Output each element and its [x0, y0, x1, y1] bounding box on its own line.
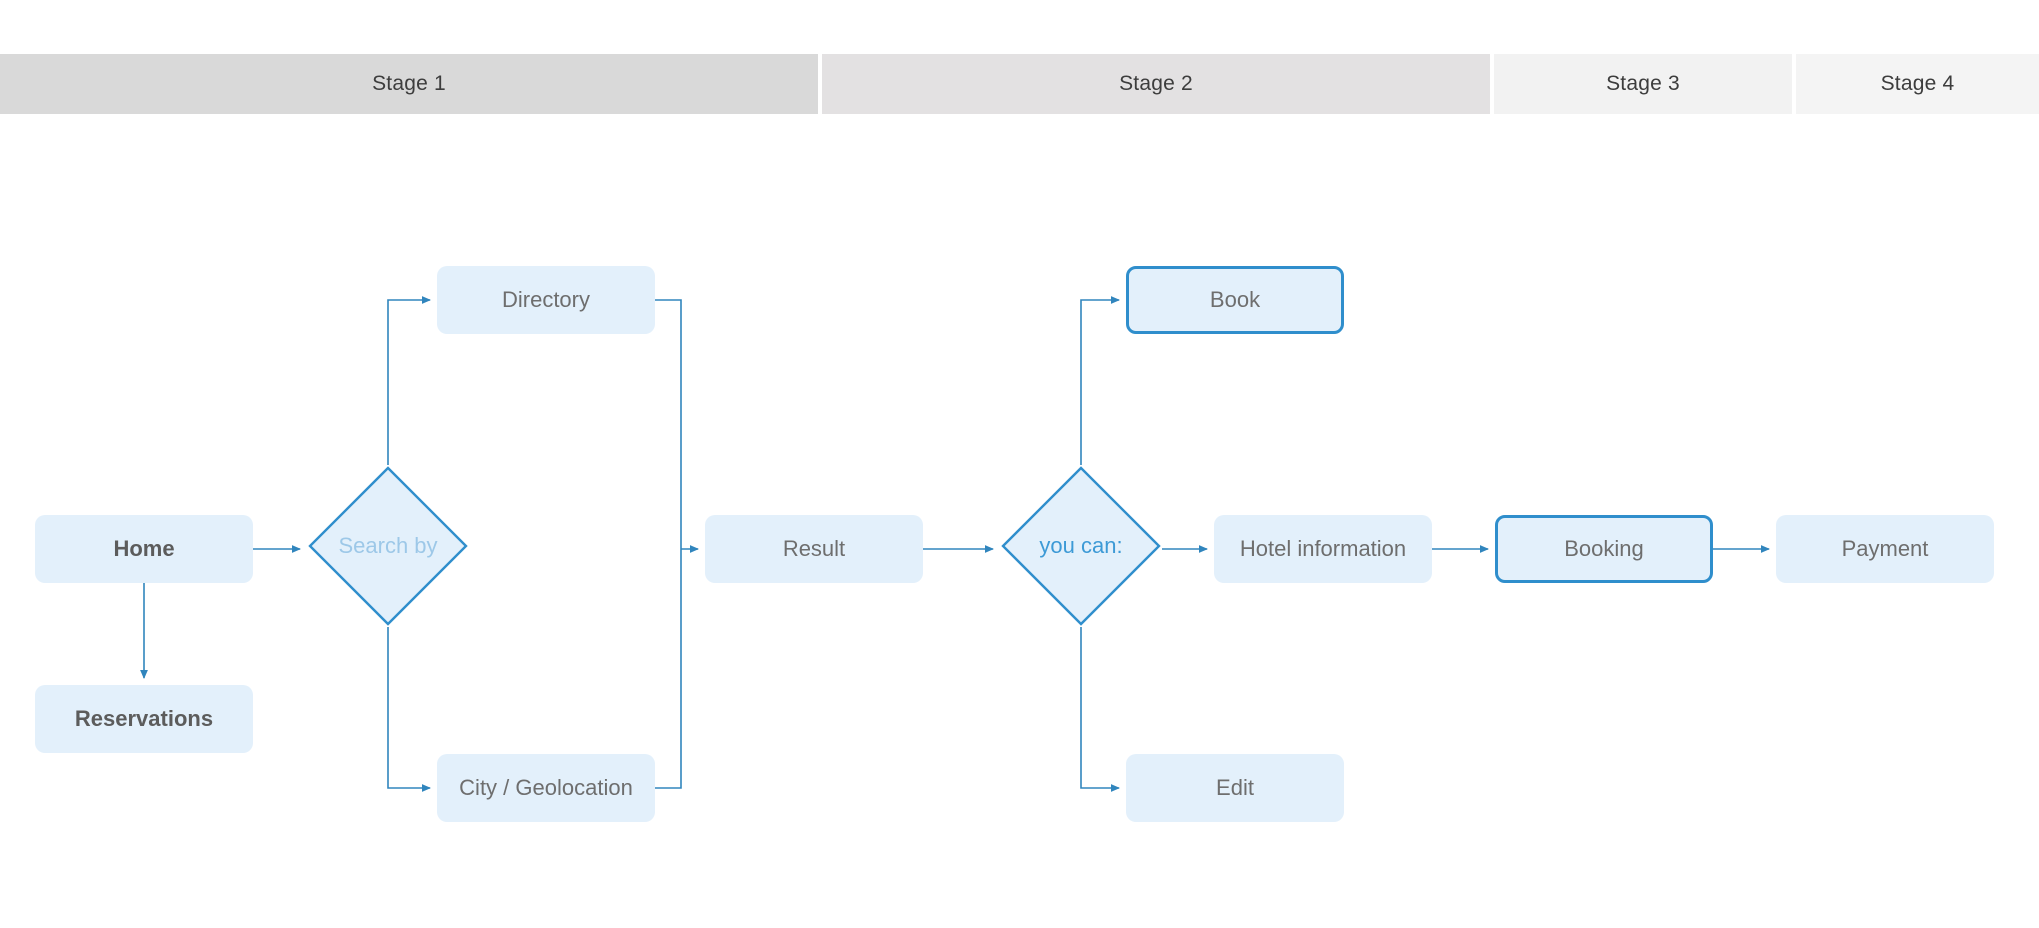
- node-reservations-label: Reservations: [74, 706, 214, 731]
- node-booking-label: Booking: [1564, 536, 1644, 561]
- node-search-by-label: Search by: [338, 533, 438, 558]
- node-edit-label: Edit: [1216, 775, 1254, 800]
- node-reservations[interactable]: Reservations: [35, 685, 253, 753]
- node-hotel-information-label: Hotel information: [1239, 536, 1407, 561]
- node-result[interactable]: Result: [705, 515, 923, 583]
- node-payment[interactable]: Payment: [1776, 515, 1994, 583]
- node-booking[interactable]: Booking: [1495, 515, 1713, 583]
- edge-searchby-to-directory: [387, 296, 431, 465]
- edge-searchby-to-citygeolocation: [387, 627, 431, 792]
- node-home[interactable]: Home: [35, 515, 253, 583]
- stage-header-4-label: Stage 4: [1880, 72, 1955, 95]
- node-city-geolocation-label: City / Geolocation: [459, 775, 633, 800]
- stage-header-1[interactable]: Stage 1: [0, 54, 818, 114]
- node-payment-label: Payment: [1841, 536, 1929, 561]
- node-you-can[interactable]: you can:: [1000, 465, 1162, 627]
- connector-layer: [140, 296, 1770, 792]
- node-book[interactable]: Book: [1126, 266, 1344, 334]
- stage-header-2-label: Stage 2: [1119, 72, 1193, 95]
- stage-header-1-label: Stage 1: [372, 72, 446, 95]
- node-home-label: Home: [113, 536, 175, 561]
- node-result-label: Result: [782, 536, 846, 561]
- node-city-geolocation[interactable]: City / Geolocation: [437, 754, 655, 822]
- edge-citygeolocation-to-result: [655, 549, 682, 789]
- node-directory[interactable]: Directory: [437, 266, 655, 334]
- node-you-can-label: you can:: [1039, 533, 1123, 558]
- stage-header-band: Stage 1 Stage 2 Stage 3 Stage 4: [0, 54, 2039, 114]
- edge-youcan-to-book: [1080, 296, 1120, 465]
- edge-youcan-to-edit: [1080, 627, 1120, 792]
- node-book-label: Book: [1209, 287, 1261, 312]
- stage-header-4[interactable]: Stage 4: [1796, 54, 2039, 114]
- node-hotel-information[interactable]: Hotel information: [1214, 515, 1432, 583]
- edge-directory-to-result: [655, 299, 682, 549]
- stage-header-3-label: Stage 3: [1606, 72, 1680, 95]
- stage-header-2[interactable]: Stage 2: [822, 54, 1490, 114]
- stage-header-3[interactable]: Stage 3: [1494, 54, 1792, 114]
- node-search-by[interactable]: Search by: [307, 465, 469, 627]
- node-edit[interactable]: Edit: [1126, 754, 1344, 822]
- flowchart-canvas: Stage 1 Stage 2 Stage 3 Stage 4 Home Res…: [0, 0, 2039, 928]
- node-directory-label: Directory: [501, 287, 590, 312]
